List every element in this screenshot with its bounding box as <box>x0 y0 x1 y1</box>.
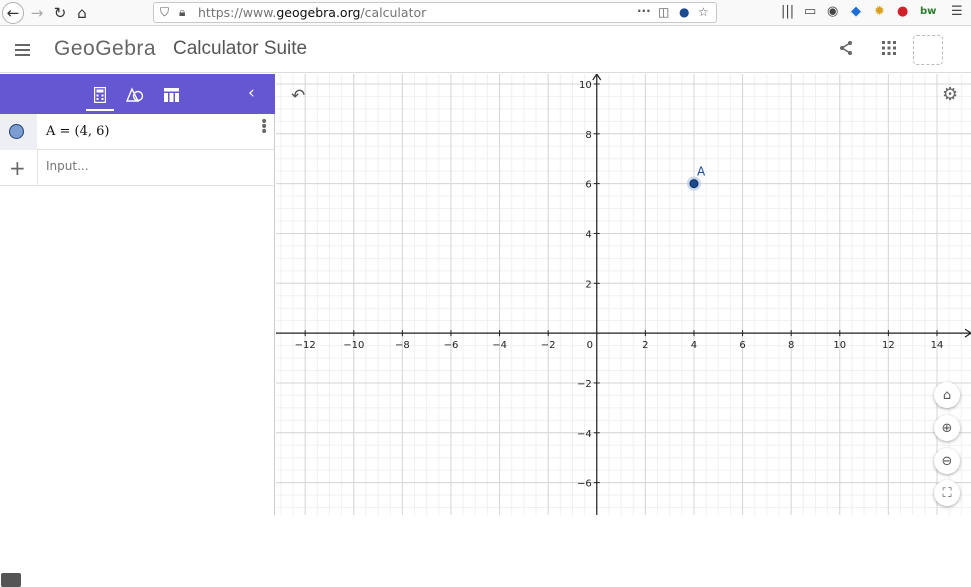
extension-gear-icon[interactable]: ✹ <box>874 4 885 19</box>
tab-table[interactable] <box>158 82 184 108</box>
x-tick-label: −4 <box>492 340 507 351</box>
extension-blue-icon[interactable]: ◆ <box>851 4 861 19</box>
extension-icon[interactable]: ● <box>679 5 689 19</box>
calculator-icon <box>94 87 106 103</box>
url-text[interactable]: https://www.geogebra.org/calculator <box>198 5 426 20</box>
keyboard-icon[interactable] <box>1 573 21 587</box>
home-icon[interactable]: ⌂ <box>72 3 92 23</box>
algebra-expression[interactable]: A = (4, 6) <box>46 124 110 139</box>
x-tick-label: 12 <box>882 340 895 351</box>
more-actions-icon[interactable]: ··· <box>637 4 651 18</box>
zoom-out-button[interactable]: ⊖ <box>934 448 960 474</box>
tab-tools[interactable] <box>122 82 148 108</box>
lock-icon[interactable]: 🔒︎ <box>179 5 185 20</box>
y-tick-label: −2 <box>577 379 592 390</box>
apps-grid-icon[interactable] <box>881 40 897 61</box>
tab-algebra[interactable] <box>86 82 114 111</box>
url-path: /calculator <box>360 5 427 20</box>
x-tick-label: 4 <box>691 340 697 351</box>
fullscreen-icon: ⛶ <box>942 485 952 501</box>
url-prefix: https://www. <box>198 5 277 20</box>
back-arrow-icon[interactable]: ← <box>2 2 24 24</box>
shield-icon[interactable]: ⛉ <box>160 5 169 20</box>
algebra-input-row[interactable]: + <box>0 150 274 186</box>
bookmark-star-icon[interactable]: ☆ <box>698 5 709 19</box>
url-bar[interactable]: ⛉ 🔒︎ https://www.geogebra.org/calculator… <box>153 2 717 23</box>
forward-arrow-icon[interactable]: → <box>27 3 47 23</box>
home-icon: ⌂ <box>942 387 952 403</box>
zoom-in-icon: ⊕ <box>941 420 953 436</box>
zoom-in-button[interactable]: ⊕ <box>934 415 960 441</box>
url-domain: geogebra.org <box>276 5 361 20</box>
add-icon[interactable]: + <box>9 156 26 180</box>
geogebra-logo[interactable]: GeoGebra <box>54 37 156 61</box>
x-tick-label: −6 <box>444 340 459 351</box>
more-options-icon[interactable]: • • • <box>260 115 268 139</box>
sidebar-icon[interactable]: ▭ <box>804 4 816 19</box>
x-tick-label: −12 <box>295 340 316 351</box>
algebra-panel: ‹ A = (4, 6) • • • + <box>0 74 275 587</box>
y-tick-label: 8 <box>585 130 591 141</box>
settings-gear-icon[interactable]: ⚙ <box>942 84 958 105</box>
algebra-item[interactable]: A = (4, 6) • • • <box>0 114 274 150</box>
x-tick-label: −10 <box>343 340 364 351</box>
account-icon[interactable]: ◉ <box>827 4 838 19</box>
y-tick-label: 6 <box>585 180 591 191</box>
library-icon[interactable]: ||| <box>781 4 794 19</box>
zoom-out-icon: ⊖ <box>941 453 953 469</box>
y-tick-label: 4 <box>585 229 591 240</box>
share-icon[interactable] <box>838 40 854 61</box>
visibility-toggle[interactable] <box>0 114 37 150</box>
fullscreen-button[interactable]: ⛶ <box>934 480 960 506</box>
home-view-button[interactable]: ⌂ <box>934 382 960 408</box>
y-tick-label: 2 <box>585 279 591 290</box>
reload-icon[interactable]: ↻ <box>50 3 70 23</box>
x-tick-label: 6 <box>739 340 745 351</box>
extension-bw-icon[interactable]: bw <box>920 6 936 17</box>
x-tick-label: 0 <box>587 340 593 351</box>
x-tick-label: 8 <box>788 340 794 351</box>
x-tick-label: 14 <box>931 340 944 351</box>
menu-icon[interactable]: ☰ <box>951 4 963 19</box>
y-tick-label: −4 <box>577 429 592 440</box>
algebra-input[interactable] <box>46 159 246 173</box>
panel-toolbar: ‹ <box>0 74 275 114</box>
table-icon <box>163 88 179 102</box>
point-label: A <box>697 165 706 179</box>
graphics-view[interactable]: −12 −10 −8 −6 −4 −2 0 2 4 6 8 10 12 14 10 8 6 4 2 −2 −4 −6 A ↶… <box>276 74 971 515</box>
x-tick-label: −8 <box>395 340 410 351</box>
x-tick-label: −2 <box>541 340 556 351</box>
pocket-icon[interactable]: ◫ <box>658 5 669 19</box>
shapes-icon <box>126 87 144 102</box>
hamburger-menu-icon[interactable] <box>15 44 30 56</box>
app-header: GeoGebra Calculator Suite <box>0 27 971 73</box>
avatar[interactable] <box>913 35 943 65</box>
y-tick-label: 10 <box>579 80 592 91</box>
y-tick-label: −6 <box>577 479 592 490</box>
browser-toolbar: ← → ↻ ⌂ ⛉ 🔒︎ https://www.geogebra.org/ca… <box>0 0 971 26</box>
undo-icon[interactable]: ↶ <box>291 86 305 106</box>
point-a <box>689 179 699 189</box>
x-tick-label: 2 <box>642 340 648 351</box>
x-tick-label: 10 <box>833 340 846 351</box>
app-title: Calculator Suite <box>173 38 308 59</box>
marble-icon[interactable] <box>9 124 24 139</box>
graph-canvas[interactable]: −12 −10 −8 −6 −4 −2 0 2 4 6 8 10 12 14 10 8 6 4 2 −2 −4 −6 A <box>276 74 971 515</box>
pinterest-icon[interactable]: ● <box>897 4 908 19</box>
collapse-panel-icon[interactable]: ‹ <box>248 83 255 103</box>
input-separator <box>37 150 38 186</box>
